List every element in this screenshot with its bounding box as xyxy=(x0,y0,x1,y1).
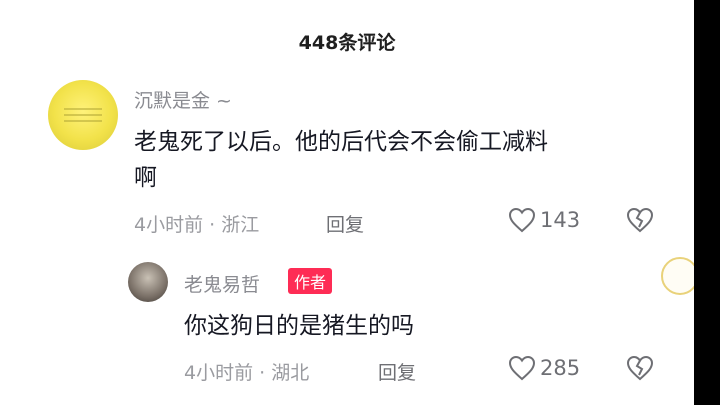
like-count: 143 xyxy=(540,208,581,232)
comment-username[interactable]: 沉默是金 ~ xyxy=(134,86,232,113)
reply-like-button[interactable]: 285 xyxy=(508,355,580,381)
broken-heart-icon[interactable] xyxy=(626,207,654,233)
reply-button[interactable]: 回复 xyxy=(378,358,416,385)
reply-avatar[interactable] xyxy=(128,262,168,302)
reply-username[interactable]: 老鬼易哲 xyxy=(184,270,260,297)
reply-text: 你这狗日的是猪生的吗 xyxy=(184,313,414,339)
comment-text-line-1: 老鬼死了以后。他的后代会不会偷工减料 xyxy=(134,129,548,155)
broken-heart-icon[interactable] xyxy=(626,355,654,381)
avatar-decoration xyxy=(64,108,102,110)
avatar-decoration xyxy=(64,120,102,122)
reply-timestamp: 4小时前 · 湖北 xyxy=(184,362,310,384)
avatar-decoration xyxy=(64,114,102,116)
heart-icon xyxy=(508,207,536,233)
author-badge: 作者 xyxy=(288,268,333,294)
comments-count-title: 448条评论 xyxy=(298,32,396,54)
screen-edge-bar xyxy=(694,0,720,405)
like-button[interactable]: 143 xyxy=(508,207,580,233)
heart-icon xyxy=(508,355,536,381)
avatar[interactable] xyxy=(48,80,118,150)
reply-button[interactable]: 回复 xyxy=(326,210,364,237)
comment-timestamp: 4小时前 · 浙江 xyxy=(134,214,260,236)
comment-text-line-2: 啊 xyxy=(134,165,157,191)
reply-like-count: 285 xyxy=(540,356,581,380)
